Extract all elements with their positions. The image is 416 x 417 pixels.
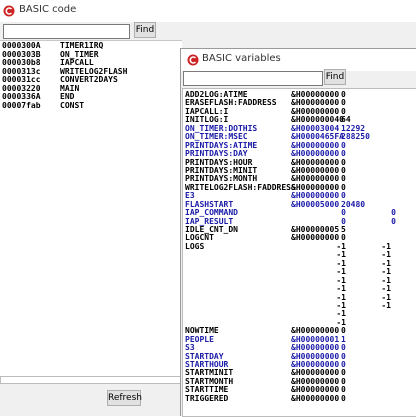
variable-row[interactable]: -1 -1 xyxy=(183,300,416,310)
code-bottom-scrollbar[interactable] xyxy=(0,376,182,384)
code-find-button[interactable]: Find xyxy=(134,22,156,38)
code-label-row[interactable]: 00007fab CONST xyxy=(2,100,182,111)
variable-hex-value: &H00005000 xyxy=(291,199,340,209)
array-element-value: -1 xyxy=(381,300,391,310)
vars-search-input[interactable] xyxy=(183,71,323,86)
refresh-button[interactable]: Refresh xyxy=(107,390,142,406)
code-search-input[interactable] xyxy=(3,24,130,39)
app-logo-icon xyxy=(3,5,15,17)
code-window-titlebar[interactable]: BASIC code xyxy=(0,0,416,22)
variable-hex-value: &H00000000 xyxy=(291,233,340,243)
variables-list: ADD2LOG:ATIME &H00000000 0 ERASEFLASH:FADDR… xyxy=(182,88,416,417)
vars-find-button[interactable]: Find xyxy=(324,69,346,85)
app-logo-icon xyxy=(187,54,199,66)
vars-window-titlebar[interactable]: BASIC variables xyxy=(181,49,416,71)
variable-row[interactable]: -1 xyxy=(183,310,416,318)
code-label-address: 00007fab xyxy=(2,100,41,110)
code-label-list: 0000300A TIMER1IRQ 0000303B ON_TIMER 000030b… xyxy=(0,40,182,376)
variable-name: TRIGGERED xyxy=(185,393,229,403)
code-window-title: BASIC code xyxy=(19,4,77,15)
array-element-value: 0 xyxy=(391,216,396,226)
variable-row[interactable]: TRIGGERED &H00000000 0 xyxy=(183,393,416,403)
variable-hex-value: &H00000000 xyxy=(291,393,340,403)
variable-name: WRITELOG2FLASH:FADDRESS xyxy=(185,182,296,192)
variable-name: LOGS xyxy=(185,241,205,251)
basic-variables-window: BASIC variables Find ADD2LOG:ATIME &H0000… xyxy=(180,48,416,417)
vars-window-title: BASIC variables xyxy=(202,53,281,64)
code-label-name: CONST xyxy=(60,100,85,110)
variable-decimal-value: 0 xyxy=(341,393,346,403)
